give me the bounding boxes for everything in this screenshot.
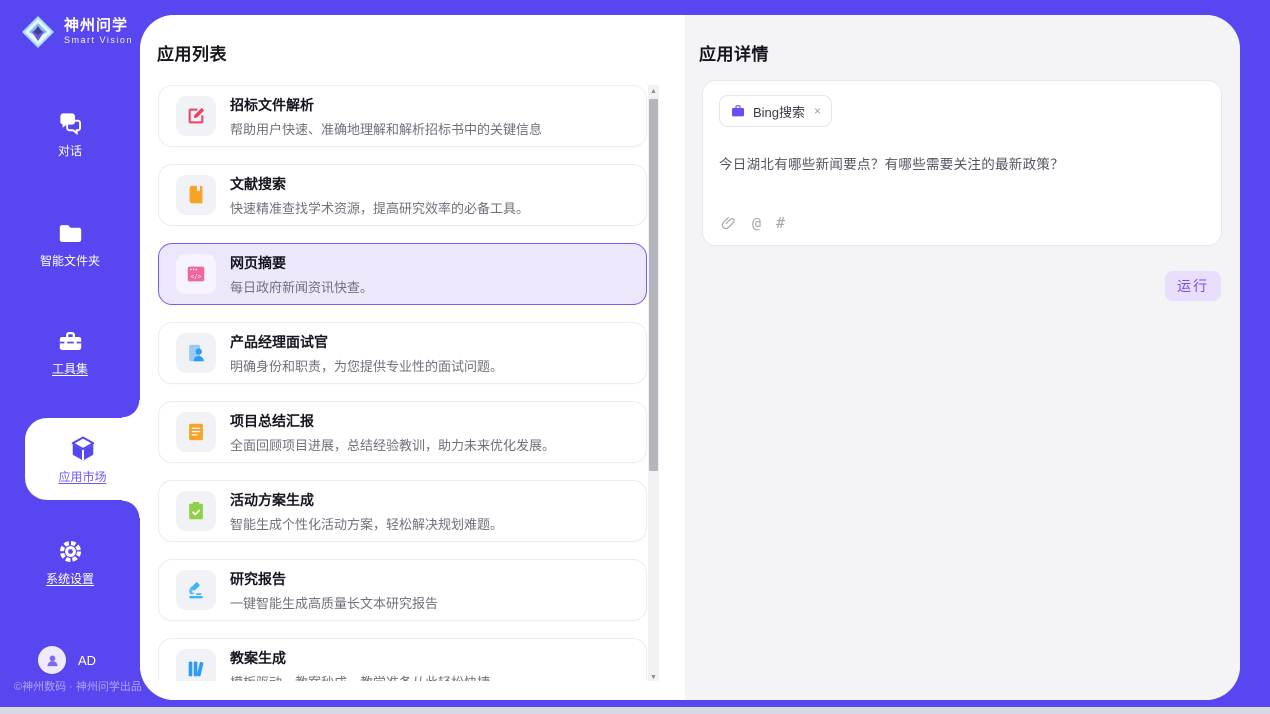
sidebar-item-smart-folder[interactable]: 智能文件夹 [0,220,140,269]
app-icon-tile [176,570,216,610]
cube-icon [68,434,98,464]
app-desc: 快速精准查找学术资源，提高研究效率的必备工具。 [230,198,529,217]
app-card-bid-analysis[interactable]: 招标文件解析 帮助用户快速、准确地理解和解析招标书中的关键信息 [158,85,647,147]
brand: 神州问学 Smart Vision [0,0,140,50]
mention-icon[interactable]: @ [752,214,761,232]
app-title: 产品经理面试官 [230,332,503,352]
scrollbar-thumb[interactable] [649,99,658,471]
app-icon-tile [176,412,216,452]
app-list-scrollbar[interactable]: ▲ ▼ [648,85,659,681]
sidebar: 神州问学 Smart Vision 对话 智能文件夹 工具集 [0,0,140,707]
app-title: 网页摘要 [230,253,373,273]
app-detail-panel: 应用详情 Bing搜索 × 今日湖北有哪些新闻要点？有哪些需要关注的最新政策？ … [685,15,1240,700]
person-icon [44,652,61,669]
query-input-card[interactable]: Bing搜索 × 今日湖北有哪些新闻要点？有哪些需要关注的最新政策？ @ # [702,80,1222,246]
app-icon-tile [176,175,216,215]
close-icon[interactable]: × [814,104,821,118]
app-card-literature-search[interactable]: 文献搜索 快速精准查找学术资源，提高研究效率的必备工具。 [158,164,647,226]
app-card-web-summary[interactable]: </> 网页摘要 每日政府新闻资讯快查。 [158,243,647,305]
app-desc: 模板驱动，教案秒成，教学准备从此轻松快捷 [230,672,490,682]
copyright-text: ©神州数码 · 神州问学出品 [14,678,142,694]
browser-code-icon: </> [185,263,207,285]
brand-name: 神州问学 [64,18,133,35]
app-card-project-summary[interactable]: 项目总结汇报 全面回顾项目进展，总结经验教训，助力未来优化发展。 [158,401,647,463]
interviewer-icon [185,342,207,364]
app-icon-tile [176,491,216,531]
edit-square-icon [185,105,207,127]
scroll-down-icon[interactable]: ▼ [648,674,659,681]
sidebar-item-label: 系统设置 [46,570,94,587]
run-button[interactable]: 运行 [1165,271,1221,301]
sidebar-item-toolset[interactable]: 工具集 [0,328,140,377]
brand-subtitle: Smart Vision [64,36,133,46]
sidebar-item-settings[interactable]: 系统设置 [0,538,140,587]
svg-text:</>: </> [191,273,202,280]
app-icon-tile [176,649,216,681]
main-container: 应用列表 招标文件解析 帮助用户快速、准确地理解和解析招标书中的关键信息 [140,15,1240,700]
briefcase-icon [730,103,746,119]
app-title: 教案生成 [230,648,490,668]
chat-icon [57,110,84,137]
user-name: AD [78,653,96,668]
app-card-activity-plan[interactable]: 活动方案生成 智能生成个性化活动方案，轻松解决规划难题。 [158,480,647,542]
app-detail-title: 应用详情 [699,40,769,65]
app-card-research-report[interactable]: 研究报告 一键智能生成高质量长文本研究报告 [158,559,647,621]
gear-icon [57,538,84,565]
app-icon-tile [176,96,216,136]
topic-icon[interactable]: # [776,214,785,232]
app-icon-tile: </> [176,254,216,294]
folder-icon [57,220,84,247]
app-title: 招标文件解析 [230,95,542,115]
sidebar-item-label: 应用市场 [58,468,106,485]
app-list-title: 应用列表 [157,40,227,65]
attachment-icon[interactable] [720,215,737,232]
app-desc: 智能生成个性化活动方案，轻松解决规划难题。 [230,514,503,533]
toolbox-icon [57,328,84,355]
sidebar-item-label: 对话 [58,142,82,159]
app-desc: 帮助用户快速、准确地理解和解析招标书中的关键信息 [230,119,542,138]
microscope-icon [185,579,207,601]
user-account[interactable]: AD [38,646,96,674]
tool-chip-bing-search[interactable]: Bing搜索 × [719,95,832,127]
app-title: 研究报告 [230,569,438,589]
books-icon [185,658,207,680]
query-text[interactable]: 今日湖北有哪些新闻要点？有哪些需要关注的最新政策？ [719,153,1205,173]
notepad-icon [185,421,207,443]
input-toolbar: @ # [720,214,785,232]
app-desc: 明确身份和职责，为您提供专业性的面试问题。 [230,356,503,375]
sidebar-item-label: 智能文件夹 [40,252,100,269]
app-card-pm-interviewer[interactable]: 产品经理面试官 明确身份和职责，为您提供专业性的面试问题。 [158,322,647,384]
app-title: 项目总结汇报 [230,411,555,431]
app-title: 文献搜索 [230,174,529,194]
page-bottom-strip [0,707,1270,714]
sidebar-item-app-market[interactable]: 应用市场 [25,418,140,500]
tool-chip-label: Bing搜索 [753,102,805,121]
clipboard-check-icon [185,500,207,522]
app-card-lesson-plan[interactable]: 教案生成 模板驱动，教案秒成，教学准备从此轻松快捷 [158,638,647,681]
app-list: 招标文件解析 帮助用户快速、准确地理解和解析招标书中的关键信息 文献搜索 快速精… [158,85,647,681]
scroll-up-icon[interactable]: ▲ [648,85,659,97]
diamond-logo-icon [20,14,56,50]
avatar [38,646,66,674]
sidebar-item-chat[interactable]: 对话 [0,110,140,159]
app-desc: 全面回顾项目进展，总结经验教训，助力未来优化发展。 [230,435,555,454]
app-desc: 一键智能生成高质量长文本研究报告 [230,593,438,612]
sidebar-item-label: 工具集 [52,360,88,377]
app-desc: 每日政府新闻资讯快查。 [230,277,373,296]
book-icon [185,184,207,206]
app-list-panel: 应用列表 招标文件解析 帮助用户快速、准确地理解和解析招标书中的关键信息 [140,15,685,700]
app-title: 活动方案生成 [230,490,503,510]
app-icon-tile [176,333,216,373]
